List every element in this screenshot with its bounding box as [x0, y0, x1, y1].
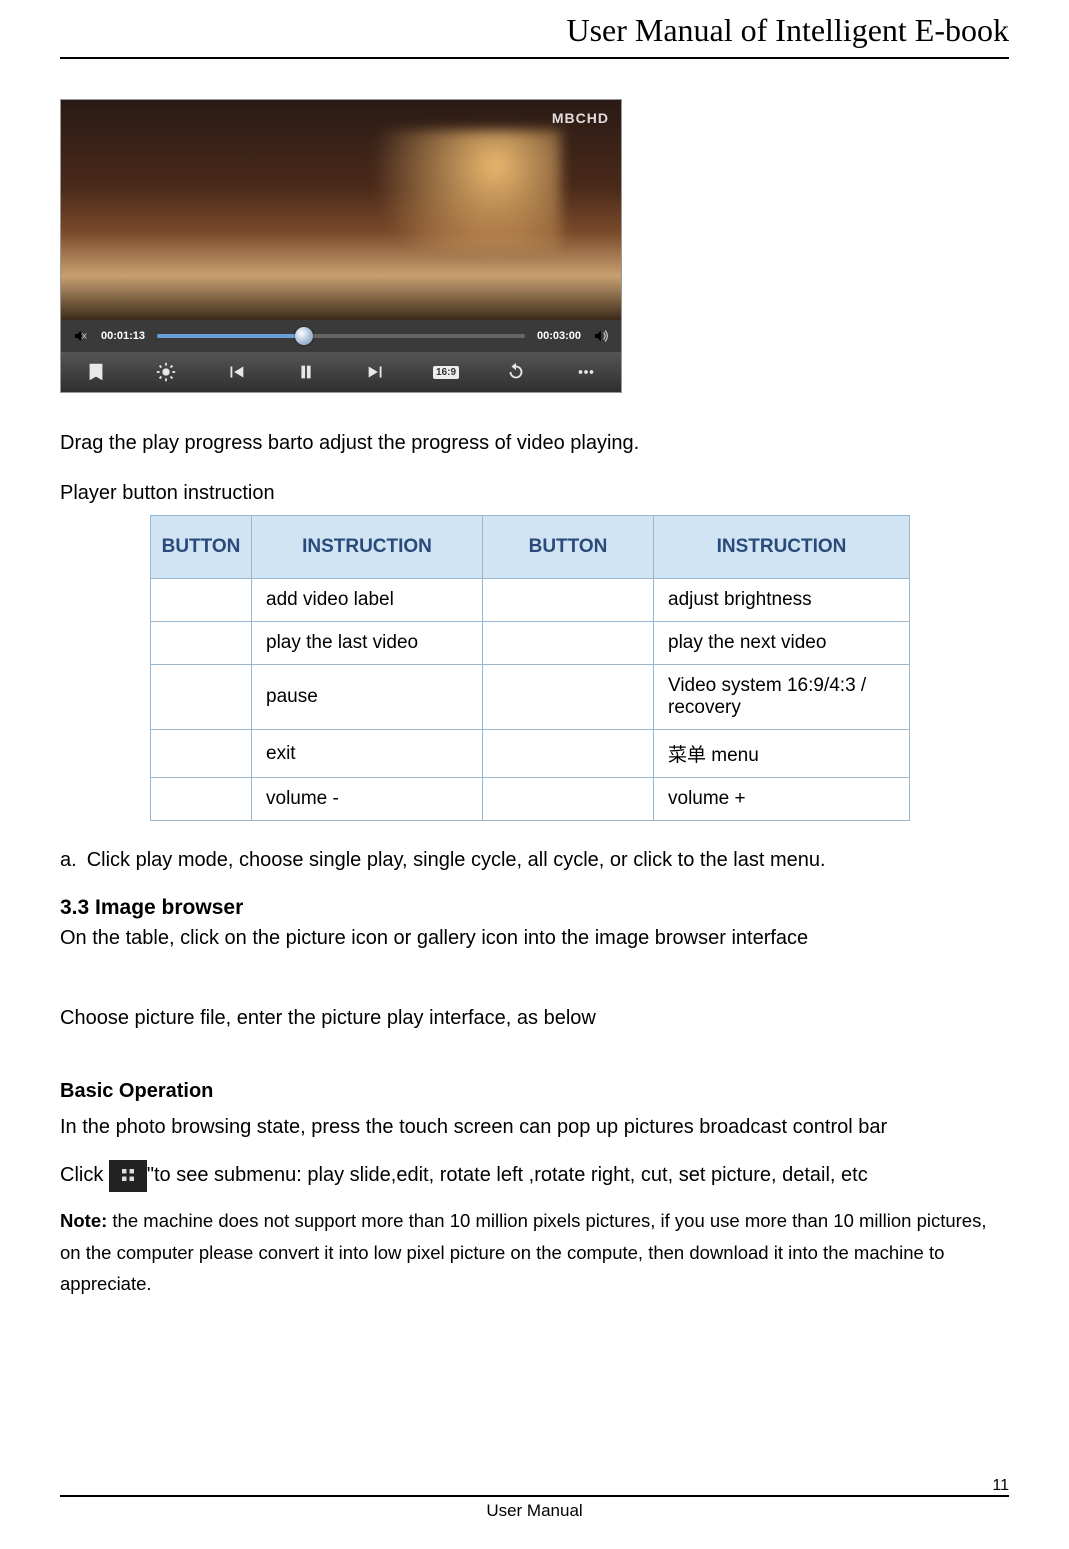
basic-operation-title: Basic Operation — [60, 1080, 1009, 1103]
list-text: Click play mode, choose single play, sin… — [87, 849, 826, 872]
click-submenu-line: Click "to see submenu: play slide,edit, … — [60, 1155, 1009, 1195]
page-number: 11 — [992, 1477, 1009, 1495]
list-item-a: a. Click play mode, choose single play, … — [60, 849, 1009, 872]
section-3-3-body1: On the table, click on the picture icon … — [60, 920, 1009, 956]
th-instruction1: INSTRUCTION — [252, 516, 483, 579]
note-body: the machine does not support more than 1… — [60, 1210, 986, 1294]
table-row: exit 菜单 menu — [151, 730, 910, 778]
footer-label: User Manual — [486, 1501, 582, 1521]
controls-bar: 16:9 — [61, 352, 621, 392]
th-button1: BUTTON — [151, 516, 252, 579]
table-intro: Player button instruction — [60, 475, 1009, 511]
note-block: Note: the machine does not support more … — [60, 1205, 1009, 1299]
table-row: add video label adjust brightness — [151, 579, 910, 622]
volume-down-icon[interactable] — [73, 328, 89, 344]
section-3-3-title: 3.3 Image browser — [60, 896, 1009, 920]
menu-dots-icon — [109, 1160, 147, 1192]
more-icon[interactable] — [566, 352, 606, 392]
basic-operation-body1: In the photo browsing state, press the t… — [60, 1109, 1009, 1145]
pause-icon[interactable] — [286, 352, 326, 392]
document-header-title: User Manual of Intelligent E-book — [60, 0, 1009, 59]
table-row: play the last video play the next video — [151, 622, 910, 665]
video-watermark: MBCHD — [552, 110, 609, 126]
instruction-table: BUTTON INSTRUCTION BUTTON INSTRUCTION ad… — [150, 515, 910, 821]
rotate-icon[interactable] — [496, 352, 536, 392]
list-marker: a. — [60, 849, 77, 872]
th-button2: BUTTON — [483, 516, 654, 579]
aspect-ratio-icon[interactable]: 16:9 — [426, 352, 466, 392]
table-row: volume - volume + — [151, 778, 910, 821]
time-current: 00:01:13 — [101, 330, 145, 342]
drag-caption: Drag the play progress barto adjust the … — [60, 425, 1009, 461]
progress-track[interactable] — [157, 334, 525, 338]
section-3-3-body2: Choose picture file, enter the picture p… — [60, 1000, 1009, 1036]
table-row: pause Video system 16:9/4:3 / recovery — [151, 665, 910, 730]
volume-up-icon[interactable] — [593, 328, 609, 344]
brightness-icon[interactable] — [146, 352, 186, 392]
page-footer: 11 User Manual — [60, 1495, 1009, 1521]
time-total: 00:03:00 — [537, 330, 581, 342]
video-frame: MBCHD — [61, 100, 621, 320]
video-player: MBCHD 00:01:13 00:03:00 — [60, 99, 622, 393]
previous-icon[interactable] — [216, 352, 256, 392]
progress-bar[interactable]: 00:01:13 00:03:00 — [61, 320, 621, 352]
bookmark-icon[interactable] — [76, 352, 116, 392]
progress-knob[interactable] — [295, 327, 313, 345]
note-label: Note: — [60, 1210, 107, 1231]
next-icon[interactable] — [356, 352, 396, 392]
th-instruction2: INSTRUCTION — [654, 516, 910, 579]
